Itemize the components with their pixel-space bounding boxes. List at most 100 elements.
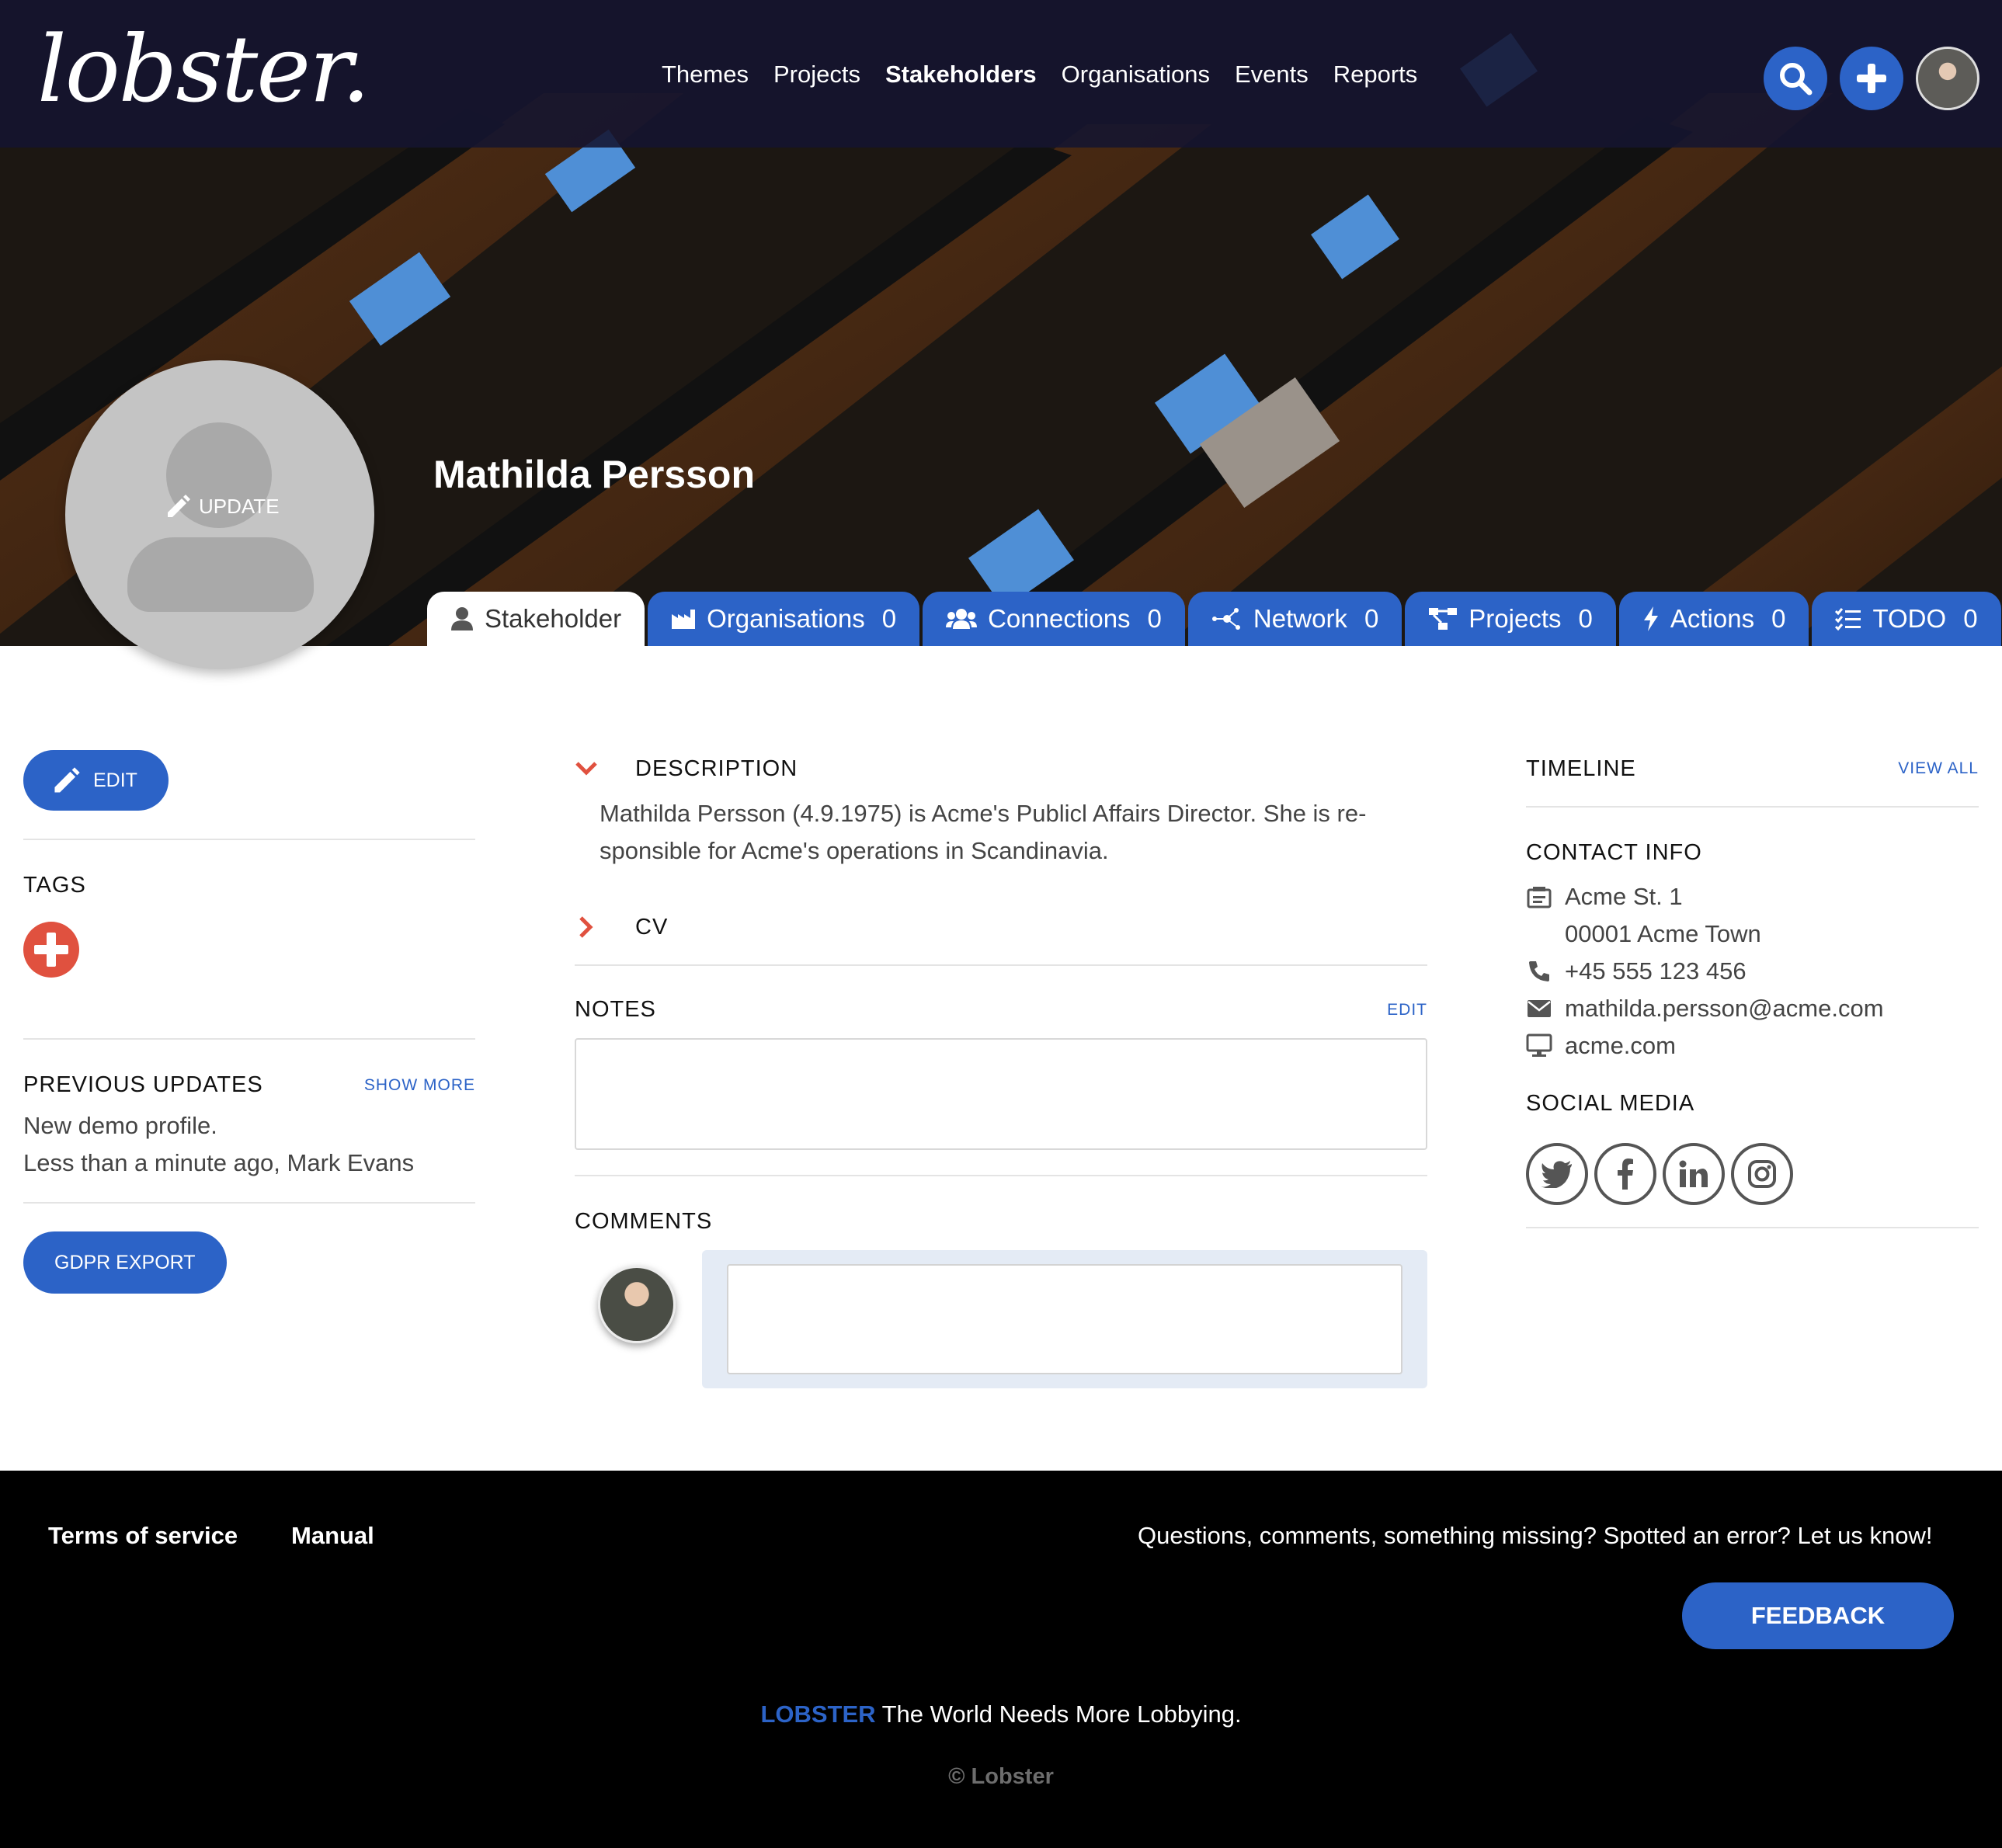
contact-email[interactable]: mathilda.persson@acme.com <box>1526 990 1979 1027</box>
notes-edit-link[interactable]: EDIT <box>1387 1001 1427 1020</box>
address-line: Acme St. 1 <box>1565 883 1683 910</box>
timeline-header: TIMELINE VIEW ALL <box>1526 750 1979 787</box>
facebook-icon <box>1618 1158 1633 1190</box>
main-nav: Themes Projects Stakeholders Organisatio… <box>662 61 1417 89</box>
update-meta: Less than a minute ago, Mark Evans <box>23 1149 415 1176</box>
address-card-icon <box>1526 884 1552 910</box>
tagline-brand: LOBSTER <box>760 1700 876 1728</box>
edit-button-label: EDIT <box>93 769 137 791</box>
manual-link[interactable]: Manual <box>291 1522 374 1550</box>
lobster-logo[interactable]: lobster. <box>37 23 370 115</box>
tab-count: 0 <box>1771 604 1786 633</box>
description-header[interactable]: DESCRIPTION <box>575 750 1427 787</box>
comment-composer <box>575 1250 1427 1388</box>
contact-info: Acme St. 1 00001 Acme Town +45 555 123 4… <box>1526 878 1979 1065</box>
tab-organisations[interactable]: Organisations 0 <box>648 592 920 646</box>
add-button[interactable] <box>1840 47 1903 110</box>
comment-bubble <box>702 1250 1427 1388</box>
tab-network[interactable]: Network 0 <box>1187 592 1402 646</box>
footer-tagline: LOBSTER The World Needs More Lobbying. <box>0 1700 2002 1728</box>
gdpr-export-button[interactable]: GDPR EXPORT <box>23 1231 227 1294</box>
tab-count: 0 <box>1578 604 1593 633</box>
tab-todo[interactable]: TODO 0 <box>1812 592 2001 646</box>
right-column: TIMELINE VIEW ALL CONTACT INFO Acme St. … <box>1526 750 1979 1228</box>
tab-actions[interactable]: Actions 0 <box>1618 592 1809 646</box>
chevron-down-icon <box>575 762 597 776</box>
nav-item-projects[interactable]: Projects <box>773 61 860 89</box>
nav-item-reports[interactable]: Reports <box>1333 61 1418 89</box>
add-tag-button[interactable] <box>23 922 79 978</box>
tab-count: 0 <box>1147 604 1162 633</box>
show-more-link[interactable]: SHOW MORE <box>364 1076 475 1095</box>
contact-website[interactable]: acme.com <box>1526 1027 1979 1065</box>
pencil-icon <box>54 767 80 793</box>
nav-item-events[interactable]: Events <box>1235 61 1309 89</box>
tab-count: 0 <box>881 604 897 633</box>
twitter-link[interactable] <box>1526 1143 1588 1205</box>
contact-phone[interactable]: +45 555 123 456 <box>1526 953 1979 990</box>
description-text: Mathilda Persson (4.9.1975) is Acme's Pu… <box>600 795 1427 870</box>
profile-name: Mathilda Persson <box>433 453 755 496</box>
comment-input[interactable] <box>727 1264 1402 1374</box>
updates-title: PREVIOUS UPDATES <box>23 1072 263 1097</box>
twitter-icon <box>1541 1161 1572 1188</box>
facebook-link[interactable] <box>1594 1143 1656 1205</box>
contact-address: Acme St. 1 <box>1526 878 1979 915</box>
edit-button[interactable]: EDIT <box>23 750 169 811</box>
address-line: 00001 Acme Town <box>1565 920 1761 947</box>
instagram-link[interactable] <box>1731 1143 1793 1205</box>
contact-address-2: 00001 Acme Town <box>1526 915 1979 953</box>
contact-title: CONTACT INFO <box>1526 840 1702 865</box>
search-button[interactable] <box>1764 47 1827 110</box>
notes-box[interactable] <box>575 1038 1427 1150</box>
linkedin-link[interactable] <box>1663 1143 1725 1205</box>
checklist-icon <box>1835 608 1861 630</box>
feedback-button[interactable]: FEEDBACK <box>1682 1582 1954 1649</box>
social-title: SOCIAL MEDIA <box>1526 1091 1695 1116</box>
envelope-icon <box>1526 995 1552 1022</box>
monitor-icon <box>1526 1033 1552 1059</box>
profile-avatar[interactable]: UPDATE <box>65 360 374 669</box>
divider <box>575 964 1427 966</box>
nav-item-organisations[interactable]: Organisations <box>1062 61 1210 89</box>
project-icon <box>1429 608 1458 630</box>
divider <box>575 1175 1427 1176</box>
linkedin-icon <box>1679 1160 1708 1187</box>
cv-title: CV <box>635 914 669 940</box>
update-text: New demo profile. <box>23 1112 217 1139</box>
tab-label: Stakeholder <box>485 604 622 633</box>
tab-connections[interactable]: Connections 0 <box>923 592 1185 646</box>
terms-of-service-link[interactable]: Terms of service <box>48 1522 238 1550</box>
tab-label: Actions <box>1670 604 1755 633</box>
copyright: © Lobster <box>948 1764 1054 1789</box>
tab-label: Projects <box>1468 604 1562 633</box>
feedback-prompt: Questions, comments, something missing? … <box>1138 1522 1933 1549</box>
plus-icon <box>1857 64 1886 93</box>
chevron-right-icon <box>579 916 593 938</box>
divider <box>23 839 475 840</box>
tab-label: Connections <box>988 604 1131 633</box>
timeline-title: TIMELINE <box>1526 756 1636 781</box>
tab-label: Network <box>1253 604 1347 633</box>
view-all-link[interactable]: VIEW ALL <box>1898 759 1979 778</box>
factory-icon <box>672 610 696 629</box>
tab-stakeholder[interactable]: Stakeholder <box>427 592 645 646</box>
nav-item-stakeholders[interactable]: Stakeholders <box>885 61 1037 89</box>
email-address: mathilda.persson@acme.com <box>1565 995 1884 1022</box>
tab-count: 0 <box>1364 604 1379 633</box>
divider <box>23 1202 475 1204</box>
person-icon <box>451 607 473 630</box>
commenter-avatar <box>598 1266 676 1343</box>
notes-header: NOTES EDIT <box>575 997 1427 1023</box>
description-line: Mathilda Persson (4.9.1975) is Acme's Pu… <box>600 800 1367 827</box>
avatar-update-button[interactable]: UPDATE <box>165 492 280 520</box>
nav-item-themes[interactable]: Themes <box>662 61 749 89</box>
avatar-placeholder-body <box>127 537 314 612</box>
network-icon <box>1211 608 1240 630</box>
notes-title: NOTES <box>575 997 656 1022</box>
user-avatar[interactable] <box>1916 47 1979 110</box>
cv-header[interactable]: CV <box>575 908 1427 946</box>
tab-projects[interactable]: Projects 0 <box>1405 592 1616 646</box>
description-line: sponsible for Acme's operations in Scand… <box>600 837 1109 864</box>
divider <box>1526 1227 1979 1228</box>
